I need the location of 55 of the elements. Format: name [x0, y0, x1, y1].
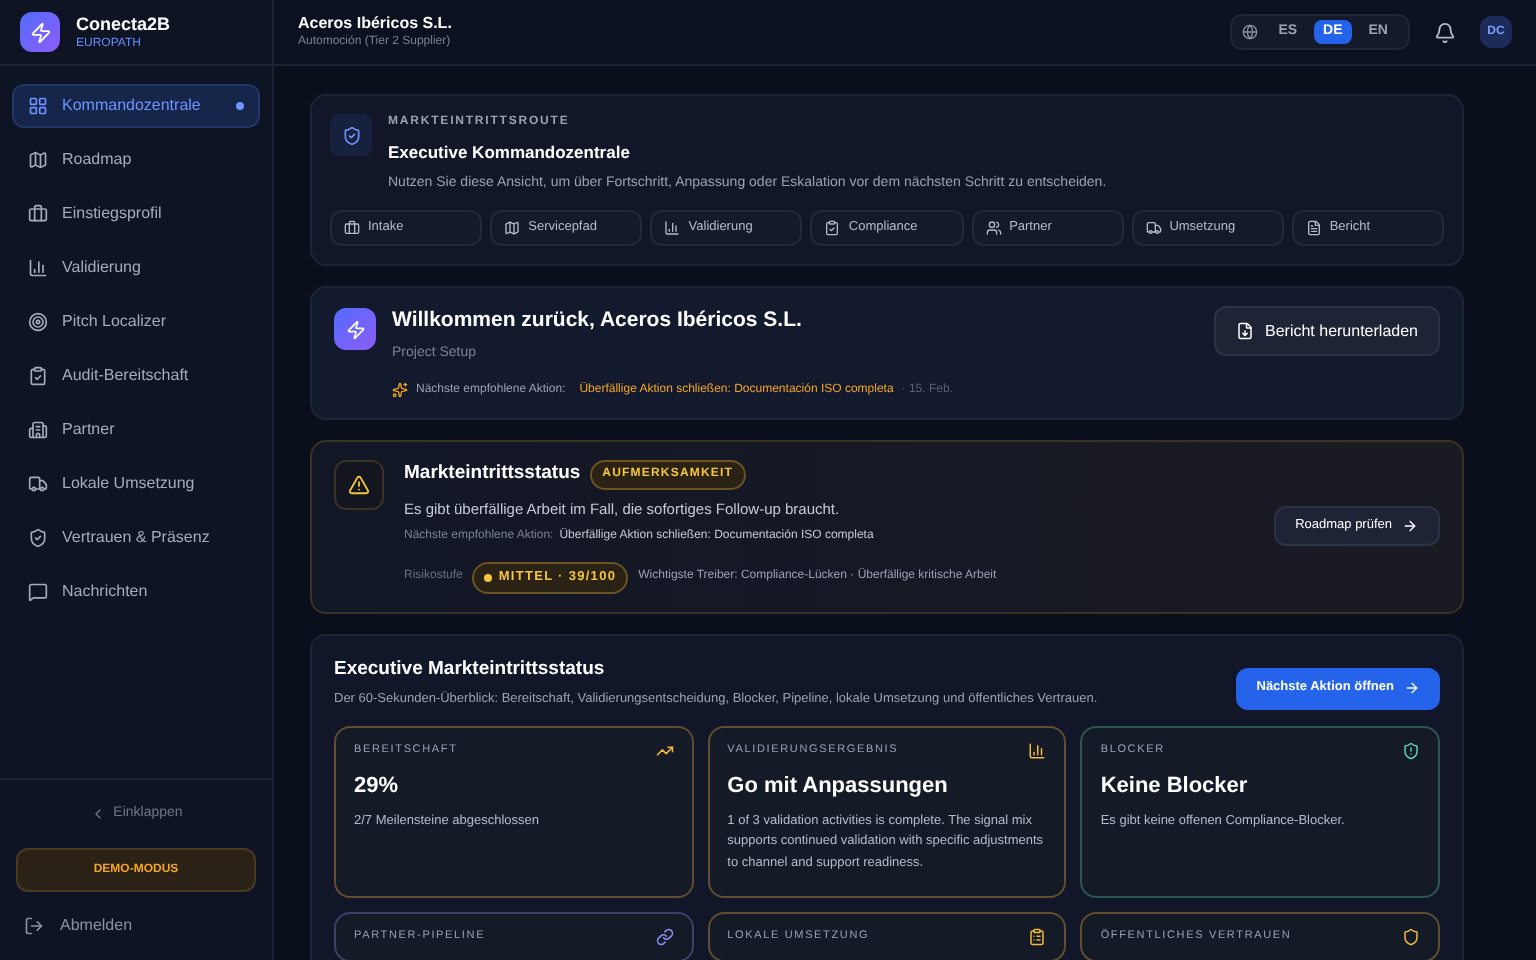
brand-name: Conecta2B: [76, 15, 171, 33]
grid-icon: [28, 96, 48, 116]
shield-alert-icon: [1402, 741, 1420, 759]
link-icon: [655, 927, 674, 945]
sidebar-item[interactable]: Partner: [12, 408, 260, 452]
truck-icon: [28, 474, 48, 494]
users-icon: [985, 220, 1002, 237]
sidebar-item[interactable]: Audit-Bereitschaft: [12, 354, 260, 398]
globe-icon: [1242, 24, 1259, 40]
logout-icon: [24, 916, 44, 936]
metric-value: Keine Blocker: [1100, 771, 1250, 801]
sidebar-item[interactable]: Pitch Localizer: [12, 300, 260, 344]
shield-icon: [1402, 927, 1420, 945]
overview-title: Executive Markteintrittsstatus: [334, 655, 607, 683]
bar-chart-icon: [28, 258, 48, 278]
sidebar-item[interactable]: Nachrichten: [12, 570, 260, 614]
bar-chart-icon: [1028, 741, 1047, 759]
download-report-button[interactable]: Bericht herunterladen: [1213, 306, 1440, 357]
clipboard-icon: [1028, 927, 1047, 945]
sidebar-item[interactable]: Vertrauen & Präsenz: [12, 516, 260, 560]
card-title: Executive Kommandozentrale: [388, 140, 632, 166]
metric-value: Go mit Anpassungen: [727, 771, 950, 801]
arrow-right-icon: [1402, 518, 1418, 534]
metric-value: 29%: [354, 771, 401, 801]
arrow-right-icon: [1404, 680, 1420, 696]
sidebar-item[interactable]: Einstiegsprofil: [12, 192, 260, 236]
warning-icon: [334, 459, 384, 509]
map-icon: [28, 150, 48, 170]
map-icon: [504, 220, 521, 237]
lightning-icon: [334, 308, 376, 351]
briefcase-icon: [28, 204, 48, 224]
status-title: Markteintrittsstatus: [404, 459, 581, 488]
shield-icon: [330, 114, 372, 156]
sidebar-item[interactable]: Kommandozentrale: [12, 84, 260, 128]
sparkle-icon: [392, 382, 408, 398]
sidebar-item[interactable]: Lokale Umsetzung: [12, 462, 260, 506]
message-icon: [28, 582, 48, 602]
company-name: Aceros Ibéricos S.L.: [298, 16, 454, 32]
welcome-title: Willkommen zurück, Aceros Ibéricos S.L.: [392, 306, 804, 337]
notifications-icon[interactable]: [1434, 21, 1456, 43]
logo-icon: [20, 12, 60, 52]
target-icon: [28, 312, 48, 332]
sidebar-item[interactable]: Validierung: [12, 246, 260, 290]
clipboard-check-icon: [824, 220, 841, 237]
trend-up-icon: [655, 741, 674, 759]
document-icon: [1235, 322, 1253, 341]
building-icon: [28, 420, 48, 440]
shield-check-icon: [28, 528, 48, 548]
briefcase-icon: [344, 220, 360, 237]
clipboard-check-icon: [28, 366, 48, 386]
sidebar-item[interactable]: Roadmap: [12, 138, 260, 182]
logout-button[interactable]: Abmelden: [16, 912, 256, 940]
document-icon: [1305, 220, 1322, 237]
bar-chart-icon: [664, 220, 681, 237]
truck-icon: [1145, 220, 1162, 237]
